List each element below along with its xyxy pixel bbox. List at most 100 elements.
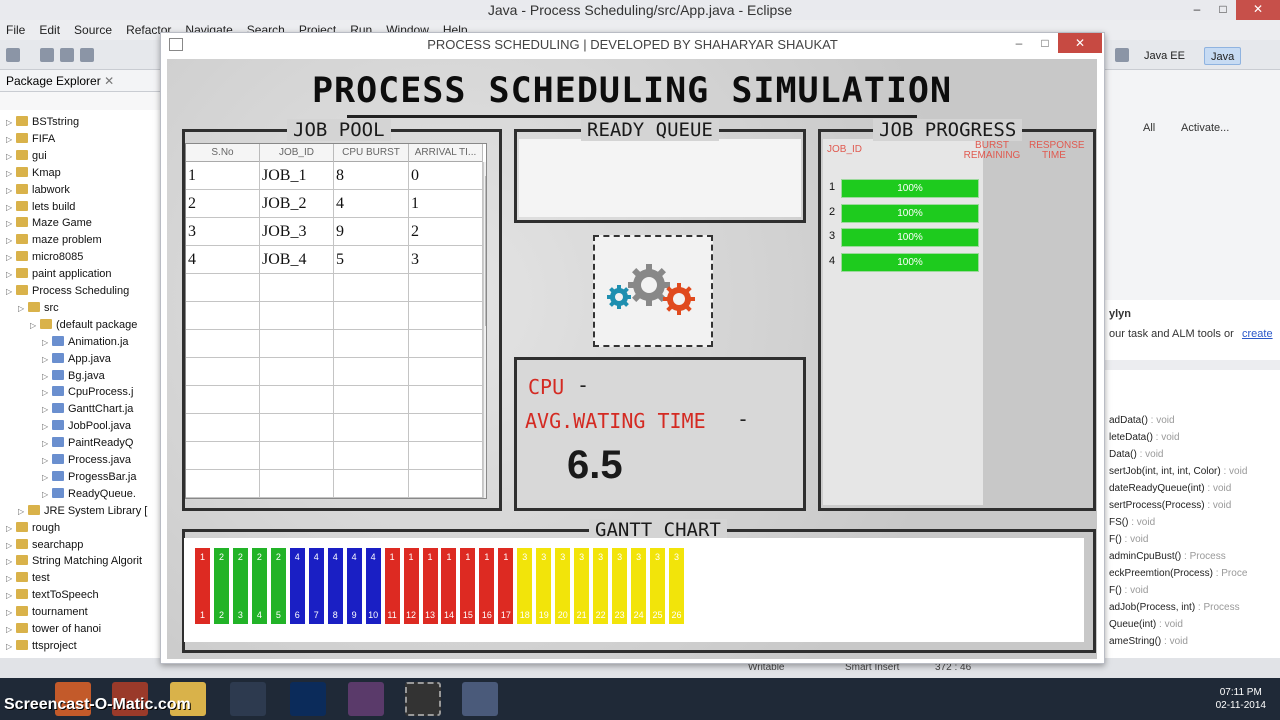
column-header[interactable]: CPU BURST xyxy=(334,144,409,162)
tree-item-project[interactable]: ▷ ttsproject xyxy=(6,638,77,655)
expand-icon[interactable]: ▷ xyxy=(18,300,28,317)
expand-icon[interactable]: ▷ xyxy=(6,165,16,182)
tree-item-project[interactable]: ▷ Process Scheduling xyxy=(6,283,129,300)
save-icon[interactable] xyxy=(40,48,54,62)
expand-icon[interactable]: ▷ xyxy=(42,334,52,351)
expand-icon[interactable]: ▷ xyxy=(6,131,16,148)
expand-icon[interactable]: ▷ xyxy=(30,317,40,334)
tree-item-folder[interactable]: ▷ src xyxy=(18,300,59,317)
new-icon[interactable] xyxy=(6,48,20,62)
table-cell[interactable] xyxy=(409,470,483,498)
maximize-icon[interactable]: □ xyxy=(1210,0,1236,20)
table-cell[interactable] xyxy=(260,358,334,386)
table-row[interactable]: 4 JOB_4 5 3 xyxy=(186,246,483,274)
outline-item[interactable]: F() : void xyxy=(1109,582,1148,599)
table-cell[interactable]: 3 xyxy=(186,218,260,246)
table-cell[interactable]: 4 xyxy=(334,190,409,218)
table-cell[interactable] xyxy=(409,330,483,358)
tree-item-java[interactable]: ▷ Bg.java xyxy=(42,368,105,385)
tree-item-project[interactable]: ▷ rough xyxy=(6,520,60,537)
tree-item-java[interactable]: ▷ App.java xyxy=(42,351,111,368)
table-cell[interactable] xyxy=(409,386,483,414)
table-cell[interactable] xyxy=(186,386,260,414)
table-row[interactable] xyxy=(186,470,483,498)
tree-item-project[interactable]: ▷ Maze Game xyxy=(6,215,92,232)
table-cell[interactable] xyxy=(260,386,334,414)
table-cell[interactable]: 5 xyxy=(334,246,409,274)
table-cell[interactable]: JOB_2 xyxy=(260,190,334,218)
table-cell[interactable] xyxy=(334,414,409,442)
table-cell[interactable] xyxy=(186,358,260,386)
expand-icon[interactable]: ▷ xyxy=(42,418,52,435)
tree-item-project[interactable]: ▷ searchapp xyxy=(6,537,83,554)
table-row[interactable]: 1 JOB_1 8 0 xyxy=(186,162,483,190)
tree-item-java[interactable]: ▷ GanttChart.ja xyxy=(42,401,133,418)
tree-item-java[interactable]: ▷ CpuProcess.j xyxy=(42,384,133,401)
expand-icon[interactable]: ▷ xyxy=(42,452,52,469)
outline-item[interactable]: sertJob(int, int, int, Color) : void xyxy=(1109,463,1247,480)
minimize-icon[interactable]: – xyxy=(1006,33,1032,53)
table-row[interactable] xyxy=(186,302,483,330)
table-cell[interactable] xyxy=(334,274,409,302)
expand-icon[interactable]: ▷ xyxy=(6,232,16,249)
expand-icon[interactable]: ▷ xyxy=(6,537,16,554)
table-row[interactable] xyxy=(186,414,483,442)
table-cell[interactable] xyxy=(186,414,260,442)
tree-item-project[interactable]: ▷ FIFA xyxy=(6,131,55,148)
table-cell[interactable] xyxy=(260,330,334,358)
table-row[interactable] xyxy=(186,358,483,386)
tree-item-java[interactable]: ▷ ProgessBar.ja xyxy=(42,469,136,486)
close-icon[interactable]: ✕ xyxy=(104,74,114,88)
table-cell[interactable] xyxy=(260,442,334,470)
maximize-icon[interactable]: □ xyxy=(1032,33,1058,53)
outline-item[interactable]: leteData() : void xyxy=(1109,429,1180,446)
table-cell[interactable] xyxy=(334,386,409,414)
column-header[interactable]: JOB_ID xyxy=(260,144,334,162)
minimize-icon[interactable]: – xyxy=(1184,0,1210,20)
package-explorer-tab[interactable]: Package Explorer ✕ xyxy=(0,70,162,92)
snipping-icon[interactable] xyxy=(405,682,441,716)
perspective-java[interactable]: Java xyxy=(1204,47,1242,65)
tree-item-project[interactable]: ▷ tower of hanoi xyxy=(6,621,101,638)
tree-item-project[interactable]: ▷ lets build xyxy=(6,199,75,216)
expand-icon[interactable]: ▷ xyxy=(6,182,16,199)
menu-file[interactable]: File xyxy=(6,20,25,40)
expand-icon[interactable]: ▷ xyxy=(18,503,28,520)
table-cell[interactable]: JOB_4 xyxy=(260,246,334,274)
taskbar-app-icon[interactable] xyxy=(348,682,384,716)
table-cell[interactable] xyxy=(409,358,483,386)
expand-icon[interactable]: ▷ xyxy=(6,604,16,621)
outline-item[interactable]: adminCpuBust() : Process xyxy=(1109,548,1226,565)
table-cell[interactable] xyxy=(260,470,334,498)
table-cell[interactable] xyxy=(186,302,260,330)
outline-item[interactable]: eckPreemtion(Process) : Proce xyxy=(1109,565,1247,582)
table-cell[interactable] xyxy=(186,274,260,302)
table-cell[interactable]: 2 xyxy=(409,218,483,246)
table-cell[interactable]: JOB_3 xyxy=(260,218,334,246)
tree-item-project[interactable]: ▷ BSTstring xyxy=(6,114,79,131)
table-cell[interactable] xyxy=(334,330,409,358)
outline-item[interactable]: Data() : void xyxy=(1109,446,1163,463)
expand-icon[interactable]: ▷ xyxy=(42,351,52,368)
table-row[interactable] xyxy=(186,330,483,358)
table-cell[interactable] xyxy=(260,274,334,302)
print-icon[interactable] xyxy=(80,48,94,62)
photoshop-icon[interactable] xyxy=(290,682,326,716)
tree-item-project[interactable]: ▷ tournament xyxy=(6,604,88,621)
open-perspective-icon[interactable] xyxy=(1115,48,1129,62)
tree-item-project[interactable]: ▷ paint application xyxy=(6,266,112,283)
expand-icon[interactable]: ▷ xyxy=(42,401,52,418)
expand-icon[interactable]: ▷ xyxy=(6,199,16,216)
table-cell[interactable] xyxy=(186,330,260,358)
expand-icon[interactable]: ▷ xyxy=(6,249,16,266)
column-header[interactable]: S.No xyxy=(186,144,260,162)
table-cell[interactable]: 4 xyxy=(186,246,260,274)
java-icon[interactable] xyxy=(462,682,498,716)
tree-item-java[interactable]: ▷ Animation.ja xyxy=(42,334,129,351)
tree-item-folder[interactable]: ▷ (default package xyxy=(30,317,137,334)
tree-item-folder[interactable]: ▷ JRE System Library [ xyxy=(18,503,147,520)
menu-edit[interactable]: Edit xyxy=(39,20,60,40)
expand-icon[interactable]: ▷ xyxy=(42,469,52,486)
scroll-up-icon[interactable]: ▲ xyxy=(486,164,487,173)
tree-item-java[interactable]: ▷ JobPool.java xyxy=(42,418,131,435)
